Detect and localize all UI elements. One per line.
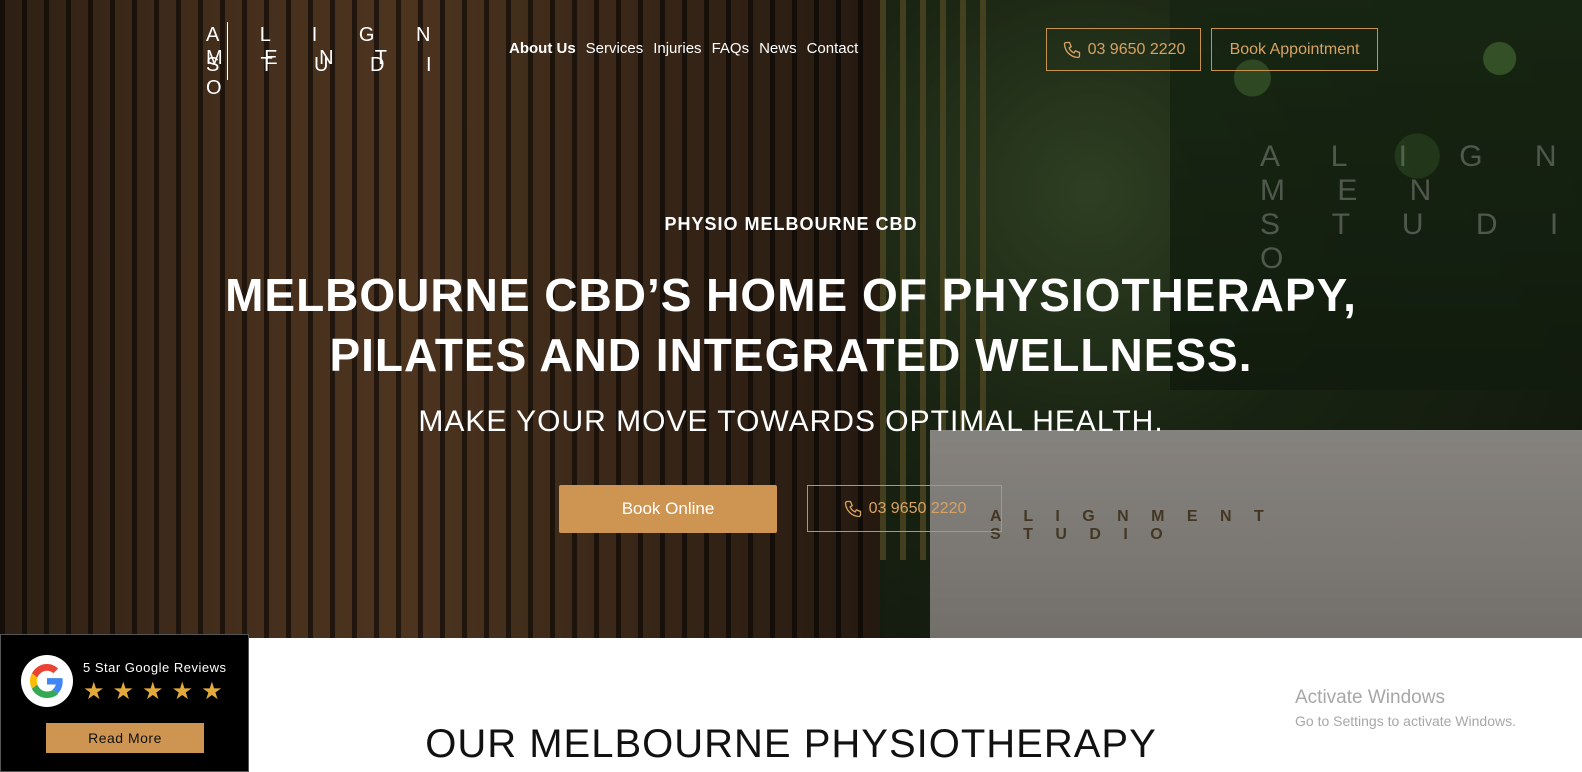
phone-icon [1063, 41, 1080, 58]
windows-activation-watermark: Activate Windows Go to Settings to activ… [1295, 687, 1516, 729]
logo-line-2: S T U D I O [206, 54, 450, 99]
brand-logo[interactable]: A L I G N M E N T S T U D I O [206, 22, 456, 99]
watermark-line-2: Go to Settings to activate Windows. [1295, 713, 1516, 729]
google-reviews-widget: 5 Star Google Reviews ★ ★ ★ ★ ★ Read Mor… [0, 634, 249, 772]
nav-faqs[interactable]: FAQs [712, 40, 750, 57]
star-icon: ★ [201, 678, 223, 705]
header-phone-button[interactable]: 03 9650 2220 [1046, 28, 1201, 71]
main-nav: About Us Services Injuries FAQs News Con… [509, 40, 858, 57]
star-rating: ★ ★ ★ ★ ★ [83, 677, 223, 706]
header-phone-label: 03 9650 2220 [1087, 40, 1186, 58]
book-online-button[interactable]: Book Online [559, 485, 777, 533]
google-reviews-title: 5 Star Google Reviews [83, 660, 227, 675]
hero-headline: MELBOURNE CBD’S HOME OF PHYSIOTHERAPY, P… [225, 269, 1357, 381]
star-icon: ★ [83, 678, 105, 705]
google-logo-icon [21, 655, 73, 707]
star-icon: ★ [171, 678, 194, 705]
star-icon: ★ [142, 678, 164, 705]
book-appointment-button[interactable]: Book Appointment [1211, 28, 1378, 71]
phone-icon [844, 500, 861, 517]
watermark-line-1: Activate Windows [1295, 687, 1445, 708]
nav-services[interactable]: Services [586, 40, 644, 57]
hero-phone-label: 03 9650 2220 [868, 499, 967, 517]
hero-subhead: MAKE YOUR MOVE TOWARDS OPTIMAL HEALTH. [418, 405, 1164, 438]
nav-about-us[interactable]: About Us [509, 40, 576, 57]
nav-contact[interactable]: Contact [807, 40, 859, 57]
star-icon: ★ [112, 678, 135, 705]
hero-phone-button[interactable]: 03 9650 2220 [807, 485, 1002, 532]
nav-injuries[interactable]: Injuries [653, 40, 701, 57]
book-appointment-label: Book Appointment [1229, 40, 1360, 58]
book-online-label: Book Online [621, 499, 715, 518]
read-more-label: Read More [88, 730, 162, 746]
nav-news[interactable]: News [759, 40, 797, 57]
hero-eyebrow: PHYSIO MELBOURNE CBD [664, 214, 918, 234]
read-more-button[interactable]: Read More [46, 723, 204, 753]
